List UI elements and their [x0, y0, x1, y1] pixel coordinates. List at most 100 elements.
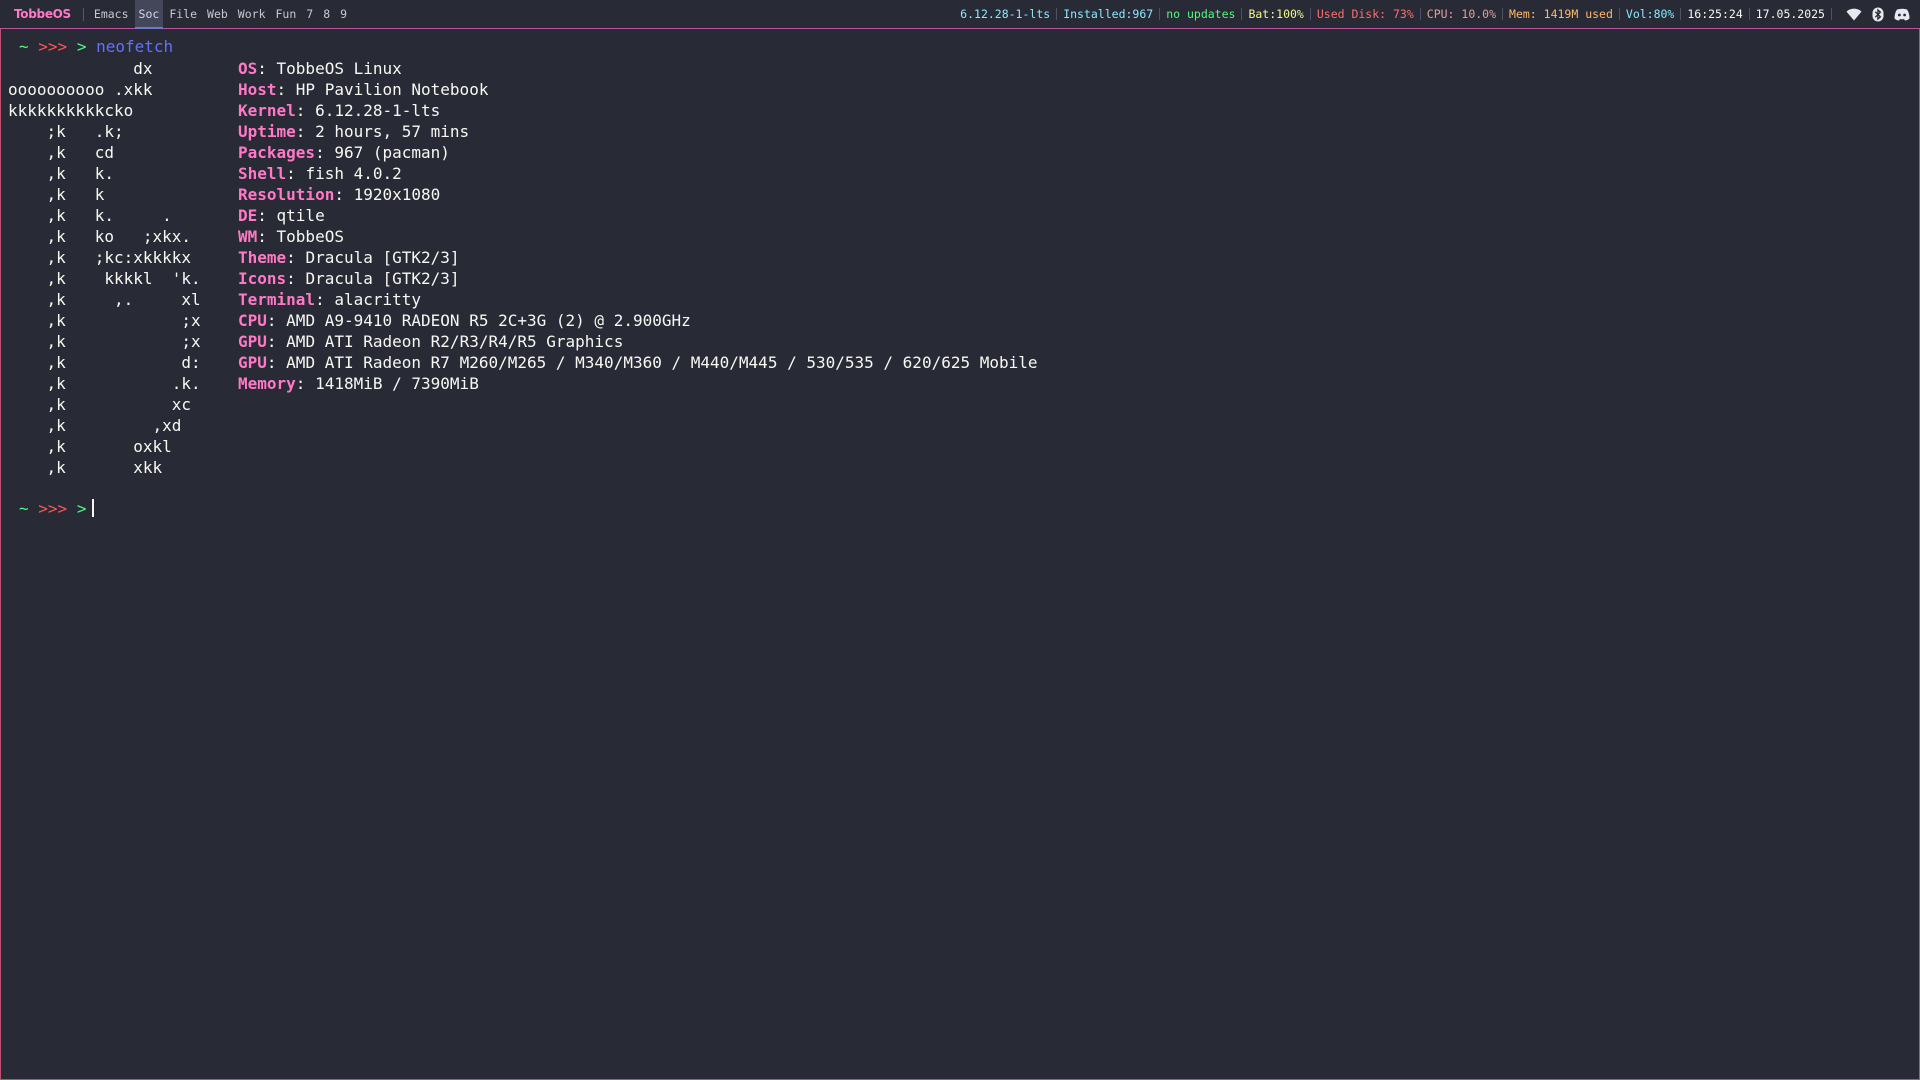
- disk-usage-widget: Used Disk: 73%: [1316, 7, 1414, 21]
- neofetch-info: OS: TobbeOS Linux Host: HP Pavilion Noteb…: [238, 58, 1038, 394]
- workspace-group: Emacs Soc File Web Work Fun 7 8 9: [89, 0, 352, 29]
- info-key: Resolution: [238, 185, 335, 204]
- info-value: TobbeOS: [276, 227, 344, 246]
- workspace-tab-soc[interactable]: Soc: [134, 0, 164, 29]
- info-value: Dracula [GTK2/3]: [305, 248, 460, 267]
- info-colon: :: [257, 227, 277, 246]
- info-value: AMD ATI Radeon R7 M260/M265 / M340/M360 …: [286, 353, 1038, 372]
- info-colon: :: [266, 332, 287, 351]
- info-row: Uptime: 2 hours, 57 mins: [238, 121, 1038, 142]
- info-value: 1418MiB / 7390MiB: [315, 374, 479, 393]
- info-key: OS: [238, 59, 258, 78]
- info-colon: :: [257, 59, 277, 78]
- ascii-art-line: ,k .k.: [8, 374, 201, 393]
- ascii-art-line: ,k ko ;xkx.: [8, 227, 192, 246]
- prompt-line-command: ~ >>> > neofetch: [19, 36, 173, 57]
- ascii-art-line: ,k xkk: [8, 458, 163, 477]
- info-colon: :: [276, 80, 296, 99]
- workspace-tab-file[interactable]: File: [165, 0, 201, 29]
- ascii-art-line: ,k d:: [8, 353, 201, 372]
- info-key: Kernel: [238, 101, 296, 120]
- memory-widget: Mem: 1419M used: [1509, 7, 1613, 21]
- info-value: 967 (pacman): [334, 143, 450, 162]
- terminal-window[interactable]: ~ >>> > neofetch dx oooooooooo .xkk kkkkkk…: [0, 29, 1920, 1080]
- workspace-tab-emacs[interactable]: Emacs: [90, 0, 133, 29]
- info-key: Uptime: [238, 122, 296, 141]
- neofetch-ascii-logo: dx oooooooooo .xkk kkkkkkkkkkcko ;k .k; ,k…: [8, 58, 201, 478]
- ascii-art-line: ,k ;kc:xkkkkx: [8, 248, 192, 267]
- prompt-line-current[interactable]: ~ >>> >: [19, 498, 95, 519]
- info-row: Memory: 1418MiB / 7390MiB: [238, 373, 1038, 394]
- prompt-gt: >: [76, 37, 87, 56]
- info-key: CPU: [238, 311, 267, 330]
- info-colon: :: [266, 353, 287, 372]
- info-value: 1920x1080: [353, 185, 441, 204]
- ascii-art-line: ,k ,xd: [8, 416, 182, 435]
- ascii-art-line: ,k ,. xl: [8, 290, 201, 309]
- ascii-art-line: oooooooooo .xkk: [8, 80, 153, 99]
- info-row: GPU: AMD ATI Radeon R7 M260/M265 / M340/…: [238, 352, 1038, 373]
- info-row: OS: TobbeOS Linux: [238, 58, 1038, 79]
- prompt-arrows: >>>: [38, 37, 68, 56]
- workspace-tab-work[interactable]: Work: [234, 0, 270, 29]
- ascii-art-line: ,k k. .: [8, 206, 172, 225]
- system-tray: [1832, 7, 1920, 22]
- info-row: GPU: AMD ATI Radeon R2/R3/R4/R5 Graphics: [238, 331, 1038, 352]
- workspace-tab-7[interactable]: 7: [302, 0, 317, 29]
- bar-divider: [82, 7, 84, 21]
- info-key: GPU: [238, 353, 267, 372]
- ascii-art-line: dx: [8, 59, 153, 78]
- info-value: qtile: [276, 206, 325, 225]
- top-bar: TobbeOS Emacs Soc File Web Work Fun 7 8 9 6.12.2…: [0, 0, 1920, 29]
- ascii-art-line: ,k ;x: [8, 332, 201, 351]
- ascii-art-line: kkkkkkkkkkcko: [8, 101, 134, 120]
- distro-logo: TobbeOS: [14, 7, 71, 21]
- ascii-art-line: ,k cd: [8, 143, 114, 162]
- prompt-arrows: >>>: [38, 499, 68, 518]
- info-key: Host: [238, 80, 277, 99]
- info-colon: :: [295, 122, 316, 141]
- kernel-widget: 6.12.28-1-lts: [960, 7, 1051, 21]
- discord-icon[interactable]: [1894, 8, 1910, 21]
- info-row: Resolution: 1920x1080: [238, 184, 1038, 205]
- workspace-tab-web[interactable]: Web: [203, 0, 232, 29]
- info-key: WM: [238, 227, 258, 246]
- info-value: alacritty: [334, 290, 422, 309]
- cpu-widget: CPU: 10.0%: [1426, 7, 1497, 21]
- wifi-icon[interactable]: [1846, 8, 1862, 21]
- clock-date: 17.05.2025: [1755, 7, 1825, 21]
- workspace-tab-fun[interactable]: Fun: [272, 0, 301, 29]
- ascii-art-line: ;k .k;: [8, 122, 124, 141]
- info-colon: :: [286, 164, 306, 183]
- info-key: Terminal: [238, 290, 316, 309]
- ascii-art-line: ,k ;x: [8, 311, 201, 330]
- info-row: Terminal: alacritty: [238, 289, 1038, 310]
- info-colon: :: [295, 101, 316, 120]
- volume-widget[interactable]: Vol:80%: [1620, 7, 1680, 21]
- info-row: Shell: fish 4.0.2: [238, 163, 1038, 184]
- bluetooth-icon[interactable]: [1872, 7, 1884, 22]
- info-value: HP Pavilion Notebook: [295, 80, 489, 99]
- info-row: WM: TobbeOS: [238, 226, 1038, 247]
- info-colon: :: [334, 185, 354, 204]
- info-key: DE: [238, 206, 258, 225]
- info-value: 6.12.28-1-lts: [315, 101, 441, 120]
- workspace-tab-9[interactable]: 9: [336, 0, 351, 29]
- info-key: Theme: [238, 248, 287, 267]
- info-value: fish 4.0.2: [305, 164, 402, 183]
- info-colon: :: [315, 290, 335, 309]
- battery-widget: Bat:100%: [1248, 7, 1304, 21]
- info-row: CPU: AMD A9-9410 RADEON R5 2C+3G (2) @ 2…: [238, 310, 1038, 331]
- info-colon: :: [286, 248, 306, 267]
- updates-widget[interactable]: no updates: [1160, 7, 1241, 21]
- info-row: DE: qtile: [238, 205, 1038, 226]
- command-text: neofetch: [96, 37, 174, 56]
- info-key: Icons: [238, 269, 287, 288]
- workspace-tab-8[interactable]: 8: [319, 0, 334, 29]
- ascii-art-line: ,k xc: [8, 395, 192, 414]
- info-row: Host: HP Pavilion Notebook: [238, 79, 1038, 100]
- prompt-tilde: ~: [19, 499, 29, 518]
- info-key: Shell: [238, 164, 287, 183]
- info-key: Packages: [238, 143, 316, 162]
- ascii-art-line: ,k kkkkl 'k.: [8, 269, 201, 288]
